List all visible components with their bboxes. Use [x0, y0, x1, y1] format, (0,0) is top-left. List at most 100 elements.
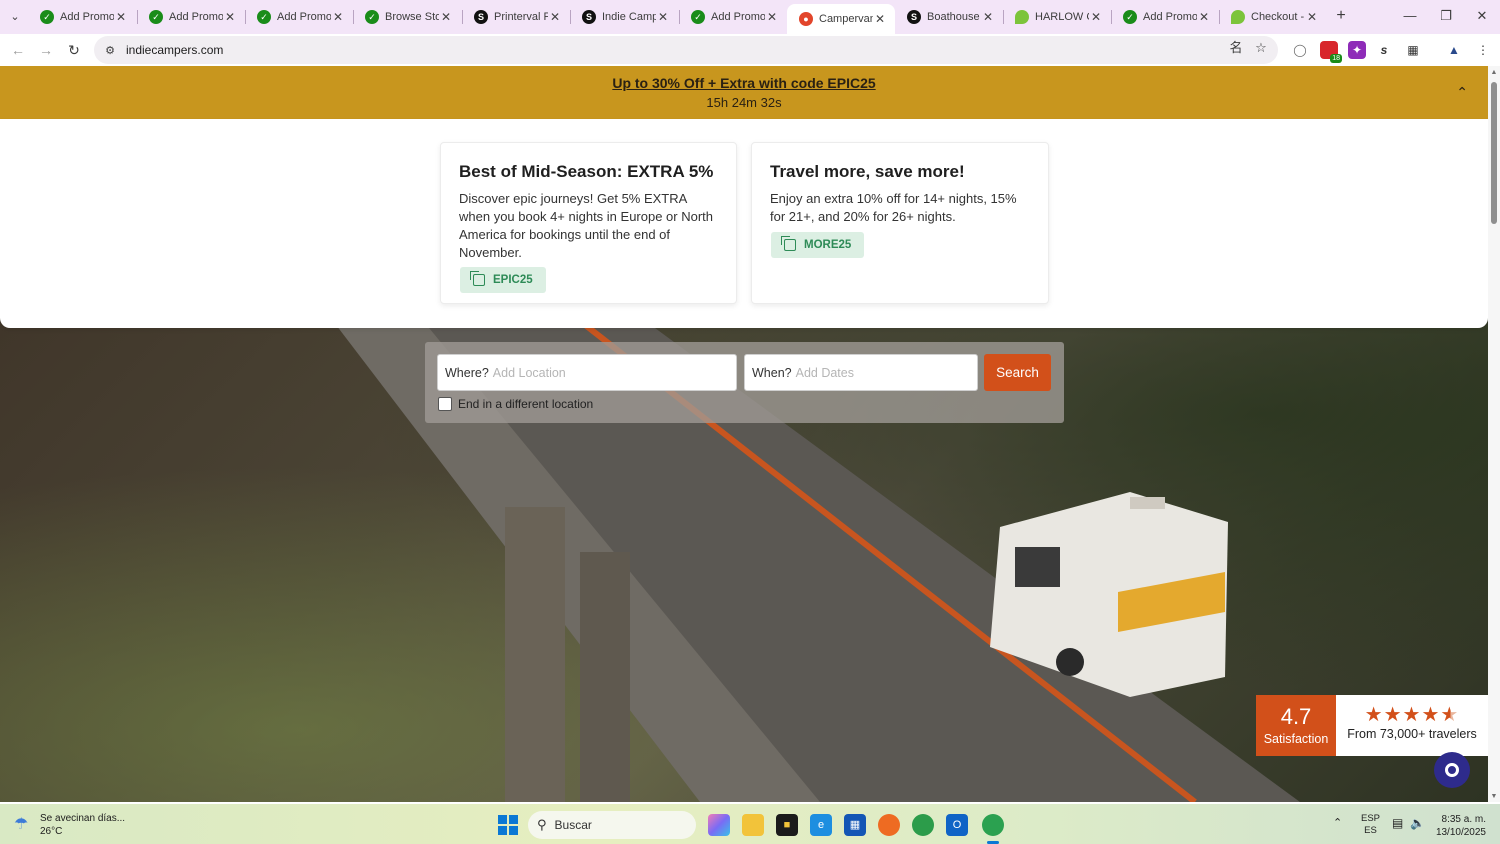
- profile-avatar-icon[interactable]: ▲: [1445, 41, 1463, 59]
- input-layout-code: ES: [1364, 825, 1377, 836]
- volume-icon[interactable]: 🔈: [1410, 816, 1425, 830]
- close-tab-icon[interactable]: ✕: [1305, 10, 1319, 24]
- input-language-code: ESP: [1361, 813, 1381, 824]
- tab-title: Add Promo C: [277, 11, 331, 23]
- browser-tab[interactable]: ✓ Browse Store ✕: [353, 4, 461, 30]
- copy-code-button[interactable]: EPIC25: [460, 267, 546, 293]
- when-placeholder: Add Dates: [795, 365, 854, 380]
- extensions-puzzle-icon[interactable]: ▦: [1404, 41, 1422, 59]
- copy-code-button[interactable]: MORE25: [771, 232, 865, 258]
- browser-tab[interactable]: ✓ Add Promo C ✕: [1111, 4, 1219, 30]
- forward-arrow-icon[interactable]: →: [36, 40, 56, 60]
- rating-widget[interactable]: 4.7 Satisfaction ★★★★★ From 73,000+ trav…: [1256, 695, 1488, 756]
- browser-tab[interactable]: HARLOW CU ✕: [1003, 4, 1111, 30]
- collapse-chevron-up-icon[interactable]: ⌃: [1456, 84, 1468, 101]
- rating-travelers: From 73,000+ travelers: [1347, 727, 1477, 741]
- network-icon[interactable]: ▤: [1392, 816, 1403, 830]
- firefox-icon[interactable]: [878, 814, 900, 836]
- back-arrow-icon[interactable]: ←: [8, 40, 28, 60]
- tab-title: Add Promo C: [169, 11, 223, 23]
- page-scrollbar[interactable]: ▲ ▼: [1488, 66, 1500, 802]
- taskbar-search[interactable]: ⚲ Buscar: [528, 811, 696, 839]
- sticky-notes-icon[interactable]: ■: [776, 814, 798, 836]
- s-extension-icon[interactable]: s: [1375, 41, 1393, 59]
- coupon-extension-icon[interactable]: 18: [1320, 41, 1342, 63]
- browser-tab-active[interactable]: ● Campervan ✕: [787, 4, 895, 34]
- close-tab-icon[interactable]: ✕: [765, 10, 779, 24]
- weather-icon[interactable]: ☂: [14, 814, 36, 834]
- input-language[interactable]: ESP ES: [1361, 813, 1380, 837]
- purple-extension-icon[interactable]: ✦: [1348, 41, 1366, 59]
- close-tab-icon[interactable]: ✕: [439, 10, 453, 24]
- browser-tab-strip: ⌄ ✓ Add Promo C ✕ ✓ Add Promo C ✕ ✓ Add …: [0, 0, 1500, 34]
- site-info-icon[interactable]: ⚙: [102, 44, 118, 57]
- new-tab-plus-icon[interactable]: +: [1332, 7, 1350, 25]
- bookmark-star-icon[interactable]: ☆: [1253, 40, 1269, 56]
- outlook-icon[interactable]: O: [946, 814, 968, 836]
- scroll-down-arrow-icon[interactable]: ▼: [1488, 792, 1500, 802]
- browser-tab[interactable]: S Indie Campe ✕: [570, 4, 678, 30]
- weather-widget[interactable]: Se avecinan días... 26°C: [40, 812, 125, 838]
- taskbar-search-placeholder: Buscar: [554, 818, 592, 832]
- copilot-icon[interactable]: [708, 814, 730, 836]
- file-explorer-icon[interactable]: [742, 814, 764, 836]
- where-field[interactable]: Where? Add Location: [437, 354, 737, 391]
- browser-tab[interactable]: S Boathouse P ✕: [895, 4, 1003, 30]
- search-icon: ⚲: [537, 817, 547, 832]
- close-tab-icon[interactable]: ✕: [548, 10, 562, 24]
- translate-icon[interactable]: 名: [1228, 40, 1244, 56]
- different-location-option[interactable]: End in a different location: [438, 397, 593, 411]
- reload-icon[interactable]: ↻: [64, 40, 84, 60]
- close-window-icon[interactable]: ✕: [1472, 6, 1492, 26]
- chat-launcher-button[interactable]: [1434, 752, 1470, 788]
- page-viewport: Up to 30% Off + Extra with code EPIC25 1…: [0, 66, 1488, 802]
- scroll-up-arrow-icon[interactable]: ▲: [1488, 68, 1500, 78]
- address-bar[interactable]: ⚙ indiecampers.com: [94, 36, 1278, 64]
- tray-overflow-chevron-icon[interactable]: ⌃: [1333, 816, 1342, 829]
- windows-start-icon[interactable]: [498, 815, 518, 835]
- browser-tab[interactable]: ✓ Add Promo C ✕: [137, 4, 245, 30]
- weather-headline: Se avecinan días...: [40, 813, 126, 824]
- close-tab-icon[interactable]: ✕: [873, 12, 887, 26]
- weather-temperature: 26°C: [40, 826, 63, 837]
- microsoft-store-icon[interactable]: ▦: [844, 814, 866, 836]
- shield-extension-icon[interactable]: ◯: [1291, 41, 1309, 59]
- offer-description: Enjoy an extra 10% off for 14+ nights, 1…: [770, 191, 1017, 224]
- tab-title: Boathouse P: [927, 11, 981, 23]
- browser-tab[interactable]: Checkout - E ✕: [1219, 4, 1327, 30]
- browser-tab[interactable]: ✓ Add Promo C ✕: [245, 4, 353, 30]
- rating-details: ★★★★★ From 73,000+ travelers: [1336, 695, 1488, 756]
- close-tab-icon[interactable]: ✕: [981, 10, 995, 24]
- chrome-profile-icon[interactable]: [982, 814, 1004, 836]
- menu-kebab-icon[interactable]: ⋮: [1474, 41, 1492, 59]
- hero-image: Where? Add Location When? Add Dates Sear…: [0, 317, 1488, 802]
- clock-date: 13/10/2025: [1435, 827, 1486, 838]
- browser-tab[interactable]: ✓ Add Promo C ✕: [679, 4, 787, 30]
- close-tab-icon[interactable]: ✕: [656, 10, 670, 24]
- tab-search-chevron-icon[interactable]: ⌄: [6, 8, 24, 26]
- tab-title: Printerval Pr: [494, 11, 548, 23]
- shopify-favicon-icon: ✓: [691, 10, 705, 24]
- promo-banner: Up to 30% Off + Extra with code EPIC25 1…: [0, 66, 1488, 119]
- bridge-pillar: [505, 507, 565, 802]
- close-tab-icon[interactable]: ✕: [1197, 10, 1211, 24]
- restore-icon[interactable]: ❐: [1436, 6, 1456, 26]
- shopify-favicon-icon: ✓: [365, 10, 379, 24]
- scrollbar-thumb[interactable]: [1491, 82, 1497, 224]
- chrome-icon[interactable]: [912, 814, 934, 836]
- search-button[interactable]: Search: [984, 354, 1051, 391]
- minimize-icon[interactable]: —: [1400, 6, 1420, 26]
- system-clock[interactable]: 8:35 a. m. 13/10/2025: [1430, 813, 1486, 839]
- browser-tab[interactable]: S Printerval Pr ✕: [462, 4, 570, 30]
- edge-browser-icon[interactable]: e: [810, 814, 832, 836]
- offers-panel: Best of Mid-Season: EXTRA 5% Discover ep…: [0, 119, 1488, 328]
- url-text[interactable]: indiecampers.com: [126, 43, 223, 57]
- promo-link[interactable]: Up to 30% Off + Extra with code EPIC25: [612, 75, 875, 91]
- close-tab-icon[interactable]: ✕: [223, 10, 237, 24]
- close-tab-icon[interactable]: ✕: [1089, 10, 1103, 24]
- browser-tab[interactable]: ✓ Add Promo C ✕: [28, 4, 136, 30]
- close-tab-icon[interactable]: ✕: [114, 10, 128, 24]
- different-location-checkbox[interactable]: [438, 397, 452, 411]
- close-tab-icon[interactable]: ✕: [331, 10, 345, 24]
- when-field[interactable]: When? Add Dates: [744, 354, 978, 391]
